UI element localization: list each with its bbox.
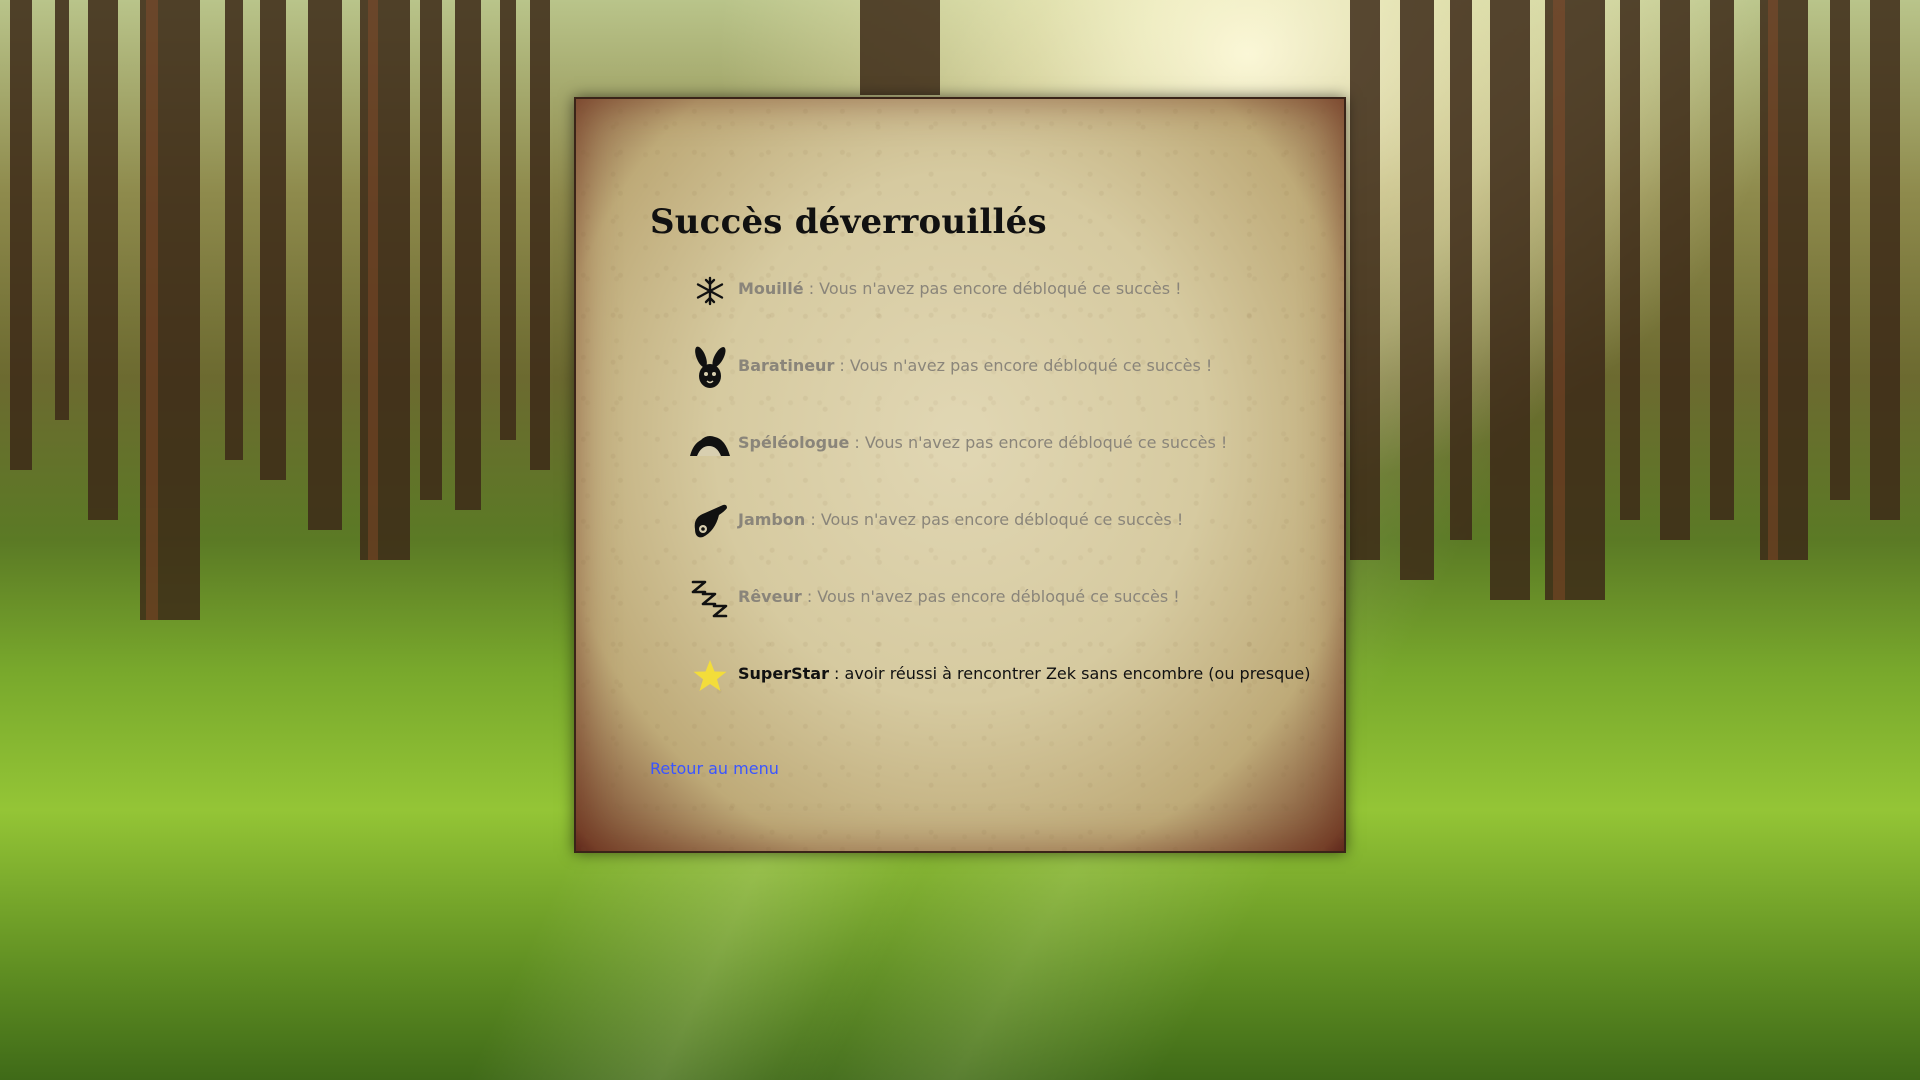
achievement-separator: : bbox=[834, 356, 850, 375]
achievement-superstar: SuperStar : avoir réussi à rencontrer Ze… bbox=[688, 660, 1311, 741]
page-title: Succès déverrouillés bbox=[650, 202, 1047, 242]
achievement-separator: : bbox=[849, 433, 865, 452]
achievement-description: Vous n'avez pas encore débloqué ce succè… bbox=[864, 433, 1228, 452]
rabbit-icon bbox=[688, 346, 732, 390]
achievement-description: Vous n'avez pas encore débloqué ce succè… bbox=[820, 510, 1184, 529]
achievement-jambon: Jambon : Vous n'avez pas encore débloqué… bbox=[688, 504, 1308, 587]
back-to-menu-link[interactable]: Retour au menu bbox=[650, 759, 779, 778]
sleep-zzz-icon bbox=[688, 577, 732, 621]
achievement-name: Jambon bbox=[738, 510, 806, 529]
snowflake-icon bbox=[688, 269, 732, 313]
ham-icon bbox=[688, 500, 732, 544]
achievement-name: Rêveur bbox=[738, 587, 802, 606]
achievement-description: Vous n'avez pas encore débloqué ce succè… bbox=[817, 587, 1180, 606]
achievement-speleologue: Spéléologue : Vous n'avez pas encore déb… bbox=[688, 433, 1308, 510]
achievement-name: Baratineur bbox=[738, 356, 835, 375]
achievement-reveur: Rêveur : Vous n'avez pas encore débloqué… bbox=[688, 580, 1308, 664]
achievement-name: SuperStar bbox=[738, 664, 829, 683]
achievement-separator: : bbox=[801, 587, 818, 606]
star-icon bbox=[688, 654, 732, 698]
achievements-list: Mouillé : Vous n'avez pas encore débloqu… bbox=[688, 276, 1311, 741]
achievement-baratineur: Baratineur : Vous n'avez pas encore débl… bbox=[688, 346, 1308, 433]
achievement-description: Vous n'avez pas encore débloqué ce succè… bbox=[849, 356, 1213, 375]
achievement-name: Spéléologue bbox=[738, 433, 850, 452]
achievement-separator: : bbox=[805, 510, 821, 529]
achievement-description: Vous n'avez pas encore débloqué ce succè… bbox=[819, 279, 1182, 298]
achievement-separator: : bbox=[803, 279, 820, 298]
achievement-separator: : bbox=[828, 664, 845, 683]
achievement-description: avoir réussi à rencontrer Zek sans encom… bbox=[844, 664, 1311, 683]
achievement-mouille: Mouillé : Vous n'avez pas encore débloqu… bbox=[688, 276, 1308, 356]
cave-icon bbox=[688, 423, 732, 467]
achievement-name: Mouillé bbox=[738, 279, 804, 298]
achievements-panel: Succès déverrouillés Mouillé : Vous n'av… bbox=[574, 97, 1346, 853]
